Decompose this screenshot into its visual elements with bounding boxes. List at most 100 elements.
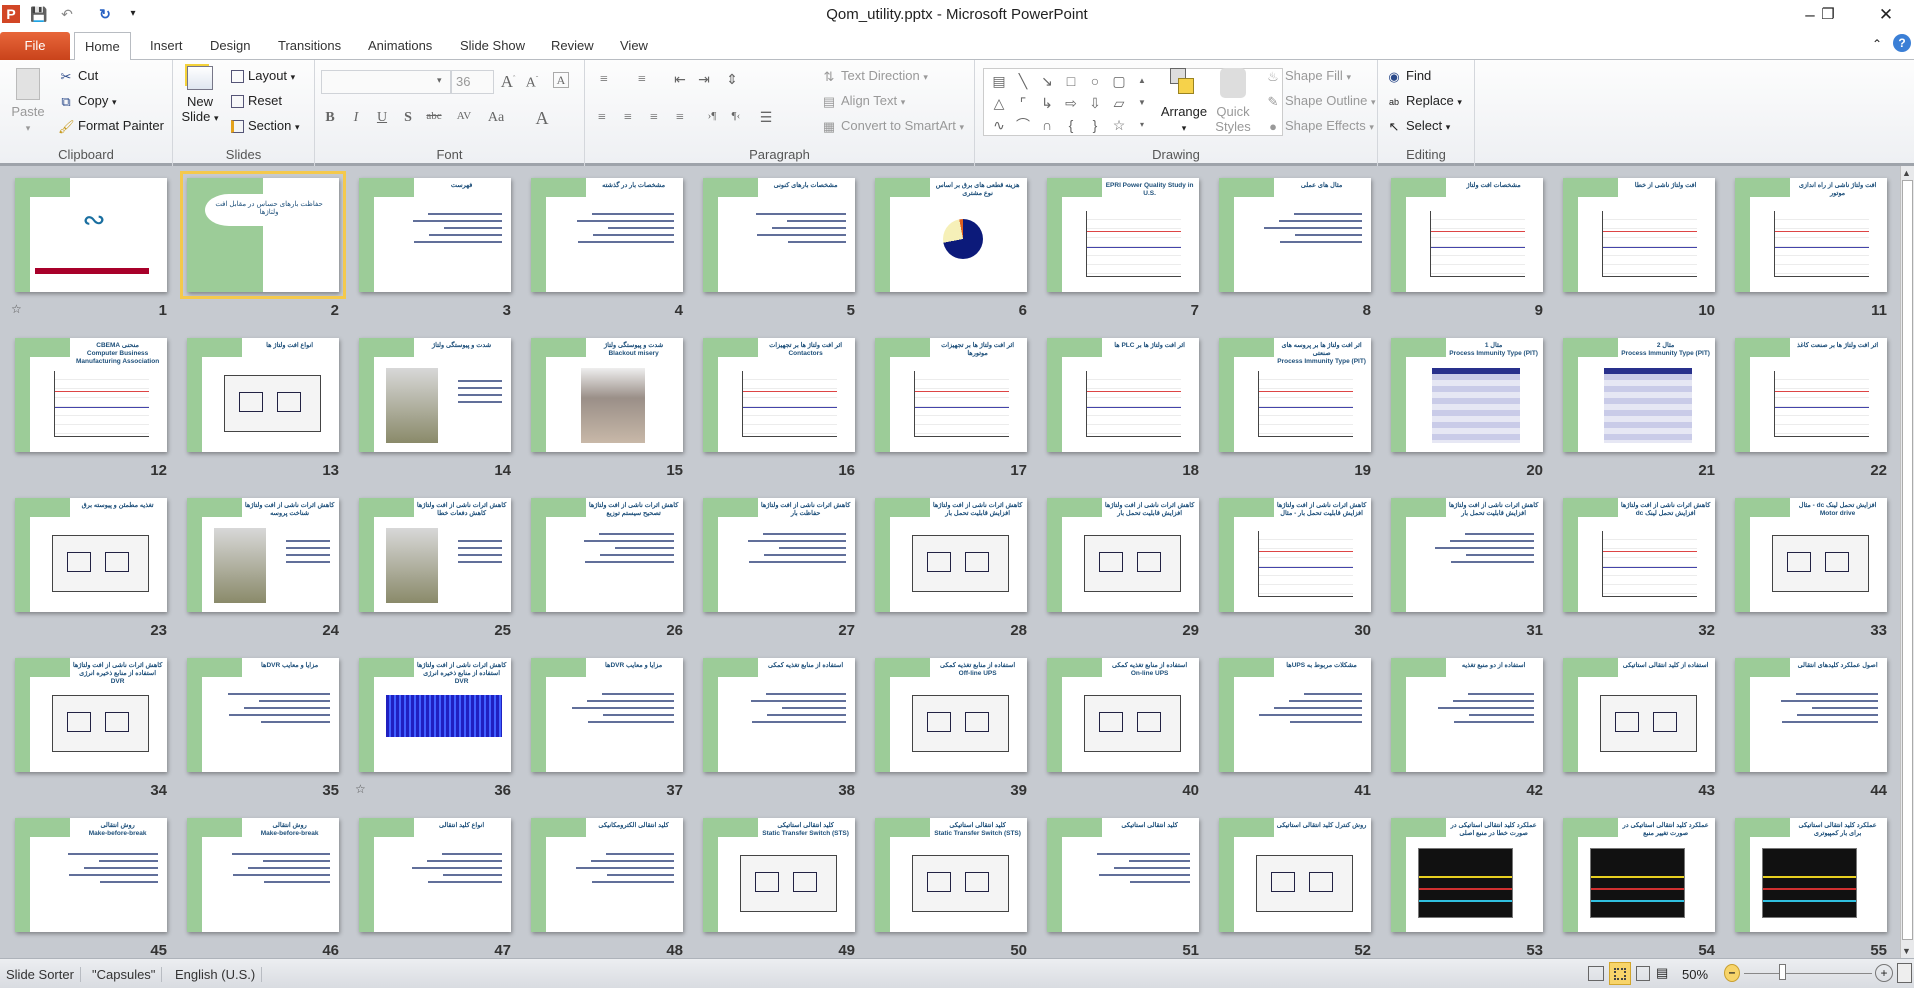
slide-sorter-pane[interactable]: ∾ 1 ☆ حفاظت بارهای حساس در مقابل افت ولتاژه… — [0, 166, 1900, 958]
font-name-dropdown[interactable] — [321, 70, 451, 94]
justify-icon[interactable]: ≡ — [669, 110, 691, 126]
increase-indent-icon[interactable]: ⇥ — [693, 72, 715, 89]
vertical-scrollbar[interactable]: ▲ ▼ — [1900, 166, 1914, 958]
tab-design[interactable]: Design — [200, 32, 260, 60]
align-right-icon[interactable]: ≡ — [643, 110, 665, 126]
animation-star-icon[interactable]: ☆ — [355, 782, 366, 796]
slide-thumbnail[interactable]: اثر افت ولتاژ ها بر PLC ها — [1047, 338, 1199, 452]
slide-thumbnail[interactable]: مشخصات بارهای کنونی — [703, 178, 855, 292]
select-button[interactable]: ↖ Select ▾ — [1386, 118, 1451, 135]
right-arrow-shape-icon[interactable]: ⇨ — [1060, 93, 1082, 113]
slide-thumbnail[interactable]: اصول عملکرد کلیدهای انتقالی — [1735, 658, 1887, 772]
slide-thumbnail[interactable]: روش انتقالی Make-before-break — [15, 818, 167, 932]
slide-thumbnail[interactable]: کاهش اثرات ناشی از افت ولتاژها استفاده ا… — [359, 658, 511, 772]
shadow-button[interactable]: S — [397, 110, 419, 126]
decrease-indent-icon[interactable]: ⇤ — [669, 72, 691, 89]
copy-button[interactable]: ⧉ Copy ▾ — [58, 93, 116, 110]
reset-button[interactable]: Reset — [231, 93, 282, 109]
character-spacing-button[interactable]: AV — [453, 110, 475, 122]
slide-thumbnail[interactable]: عملکرد کلید انتقالی استاتیکی برای بار کم… — [1735, 818, 1887, 932]
cut-button[interactable]: ✂ Cut — [58, 68, 99, 85]
align-center-icon[interactable]: ≡ — [617, 110, 639, 126]
slide-thumbnail[interactable]: کاهش اثرات ناشی از افت ولتاژها استفاده ا… — [15, 658, 167, 772]
zoom-out-icon[interactable]: – — [1724, 964, 1740, 982]
triangle-shape-icon[interactable]: △ — [988, 93, 1010, 113]
slide-thumbnail[interactable]: عملکرد کلید انتقالی استاتیکی در صورت خطا… — [1391, 818, 1543, 932]
arrange-button[interactable]: Arrange ▾ — [1160, 68, 1208, 136]
slide-thumbnail[interactable]: کاهش اثرات ناشی از افت ولتاژها تصحیح سیس… — [531, 498, 683, 612]
slide-thumbnail[interactable]: مشخصات بار در گذشته — [531, 178, 683, 292]
slide-thumbnail[interactable]: کلید انتقالی استاتیکی Static Transfer Swi… — [875, 818, 1027, 932]
down-arrow-shape-icon[interactable]: ⇩ — [1084, 93, 1106, 113]
slide-thumbnail[interactable]: مشکلات مربوط به UPSها — [1219, 658, 1371, 772]
slide-thumbnail[interactable]: استفاده از منابع تغذیه کمکی On-line UPS — [1047, 658, 1199, 772]
font-color-button[interactable]: A — [531, 108, 553, 129]
slide-thumbnail[interactable]: انواع افت ولتاژ ها — [187, 338, 339, 452]
tab-transitions[interactable]: Transitions — [268, 32, 351, 60]
tab-file[interactable]: File — [0, 32, 70, 60]
slide-thumbnail[interactable]: مثال 2 Process Immunity Type (PIT) — [1563, 338, 1715, 452]
line-spacing-icon[interactable]: ⇕ — [721, 72, 743, 89]
text-direction-button[interactable]: ⇅ Text Direction ▾ — [821, 68, 928, 85]
elbow-connector-icon[interactable]: ⌜ — [1012, 93, 1034, 113]
star-shape-icon[interactable]: ☆ — [1108, 115, 1130, 135]
slide-thumbnail[interactable]: اثر افت ولتاژ ها بر تجهیزات Contactors — [703, 338, 855, 452]
slide-thumbnail[interactable]: EPRI Power Quality Study in U.S. — [1047, 178, 1199, 292]
strikethrough-button[interactable]: abc — [423, 110, 445, 122]
gallery-more-icon[interactable]: ▾ — [1134, 115, 1150, 135]
slide-thumbnail[interactable]: شدت و پیوستگی ولتاژ — [359, 338, 511, 452]
tab-review[interactable]: Review — [541, 32, 604, 60]
slide-thumbnail[interactable]: اثر افت ولتاژ ها بر تجهیزات موتورها — [875, 338, 1027, 452]
convert-smartart-button[interactable]: ▦ Convert to SmartArt ▾ — [821, 118, 964, 135]
slide-thumbnail[interactable]: عملکرد کلید انتقالی استاتیکی در صورت تغی… — [1563, 818, 1715, 932]
slide-thumbnail[interactable]: استفاده از دو منبع تغذیه — [1391, 658, 1543, 772]
change-case-button[interactable]: Aa — [485, 110, 507, 126]
numbering-icon[interactable]: ≡ — [631, 72, 653, 88]
rtl-icon[interactable]: ¶‹ — [725, 110, 747, 122]
format-painter-button[interactable]: 🖌 Format Painter — [58, 118, 164, 135]
shape-outline-button[interactable]: ✎ Shape Outline ▾ — [1265, 93, 1376, 110]
slide-thumbnail[interactable]: استفاده از کلید انتقالی استاتیکی — [1563, 658, 1715, 772]
slide-thumbnail[interactable]: شدت و پیوستگی ولتاژ Blackout misery — [531, 338, 683, 452]
line-shape-icon[interactable]: ╲ — [1012, 71, 1034, 91]
slide-thumbnail[interactable]: استفاده از منابع تغذیه کمکی — [703, 658, 855, 772]
ltr-icon[interactable]: ›¶ — [701, 110, 723, 122]
slide-thumbnail[interactable]: کاهش اثرات ناشی از افت ولتاژها حفاظت بار — [703, 498, 855, 612]
close-icon[interactable]: ✕ — [1866, 4, 1906, 26]
zoom-level[interactable]: 50% — [1682, 967, 1708, 982]
tab-view[interactable]: View — [610, 32, 658, 60]
shrink-font-button[interactable]: Aˇ — [521, 75, 543, 92]
new-slide-button[interactable]: New Slide ▾ — [179, 66, 221, 126]
bold-button[interactable]: B — [319, 110, 341, 126]
slide-thumbnail[interactable]: تغذیه مطمئن و پیوسته برق — [15, 498, 167, 612]
reading-view-icon[interactable] — [1636, 966, 1650, 981]
restore-button[interactable]: ❐ — [1808, 4, 1848, 26]
slide-thumbnail[interactable]: روش انتقالی Make-before-break — [187, 818, 339, 932]
normal-view-icon[interactable] — [1588, 966, 1604, 981]
replace-button[interactable]: ab Replace ▾ — [1386, 93, 1462, 110]
elbow-arrow-connector-icon[interactable]: ↳ — [1036, 93, 1058, 113]
paste-button[interactable]: Paste ▾ — [8, 68, 48, 136]
slide-thumbnail[interactable]: فهرست — [359, 178, 511, 292]
align-text-button[interactable]: ▤ Align Text ▾ — [821, 93, 905, 110]
slide-thumbnail[interactable]: کاهش اثرات ناشی از افت ولتاژها شناخت پرو… — [187, 498, 339, 612]
help-icon[interactable]: ? — [1893, 34, 1911, 52]
slide-thumbnail[interactable]: انواع کلید انتقالی — [359, 818, 511, 932]
fit-to-window-icon[interactable] — [1897, 963, 1912, 983]
slide-thumbnail[interactable]: کاهش اثرات ناشی از افت ولتاژها افزایش قا… — [1047, 498, 1199, 612]
gallery-scroll-up-icon[interactable]: ▲ — [1134, 71, 1150, 91]
shape-fill-button[interactable]: ♨ Shape Fill ▾ — [1265, 68, 1351, 85]
zoom-slider[interactable] — [1744, 973, 1872, 974]
status-language[interactable]: English (U.S.) — [175, 967, 263, 982]
arc-shape-icon[interactable]: ⌒ — [1012, 115, 1034, 135]
slide-thumbnail[interactable]: حفاظت بارهای حساس در مقابل افت ولتاژها — [180, 171, 346, 299]
tab-home[interactable]: Home — [74, 32, 131, 61]
slide-thumbnail[interactable]: ∾ — [15, 178, 167, 292]
left-brace-shape-icon[interactable]: { — [1060, 115, 1082, 135]
slide-thumbnail[interactable]: کاهش اثرات ناشی از افت ولتاژها افزایش قا… — [1219, 498, 1371, 612]
slide-thumbnail[interactable]: اثر افت ولتاژ ها بر پروسه های صنعتی Proce… — [1219, 338, 1371, 452]
slide-sorter-view-icon[interactable] — [1609, 962, 1631, 985]
slide-thumbnail[interactable]: کلید انتقالی استاتیکی Static Transfer Swi… — [703, 818, 855, 932]
tab-animations[interactable]: Animations — [358, 32, 442, 60]
slide-thumbnail[interactable]: کاهش اثرات ناشی از افت ولتاژها افزایش قا… — [875, 498, 1027, 612]
